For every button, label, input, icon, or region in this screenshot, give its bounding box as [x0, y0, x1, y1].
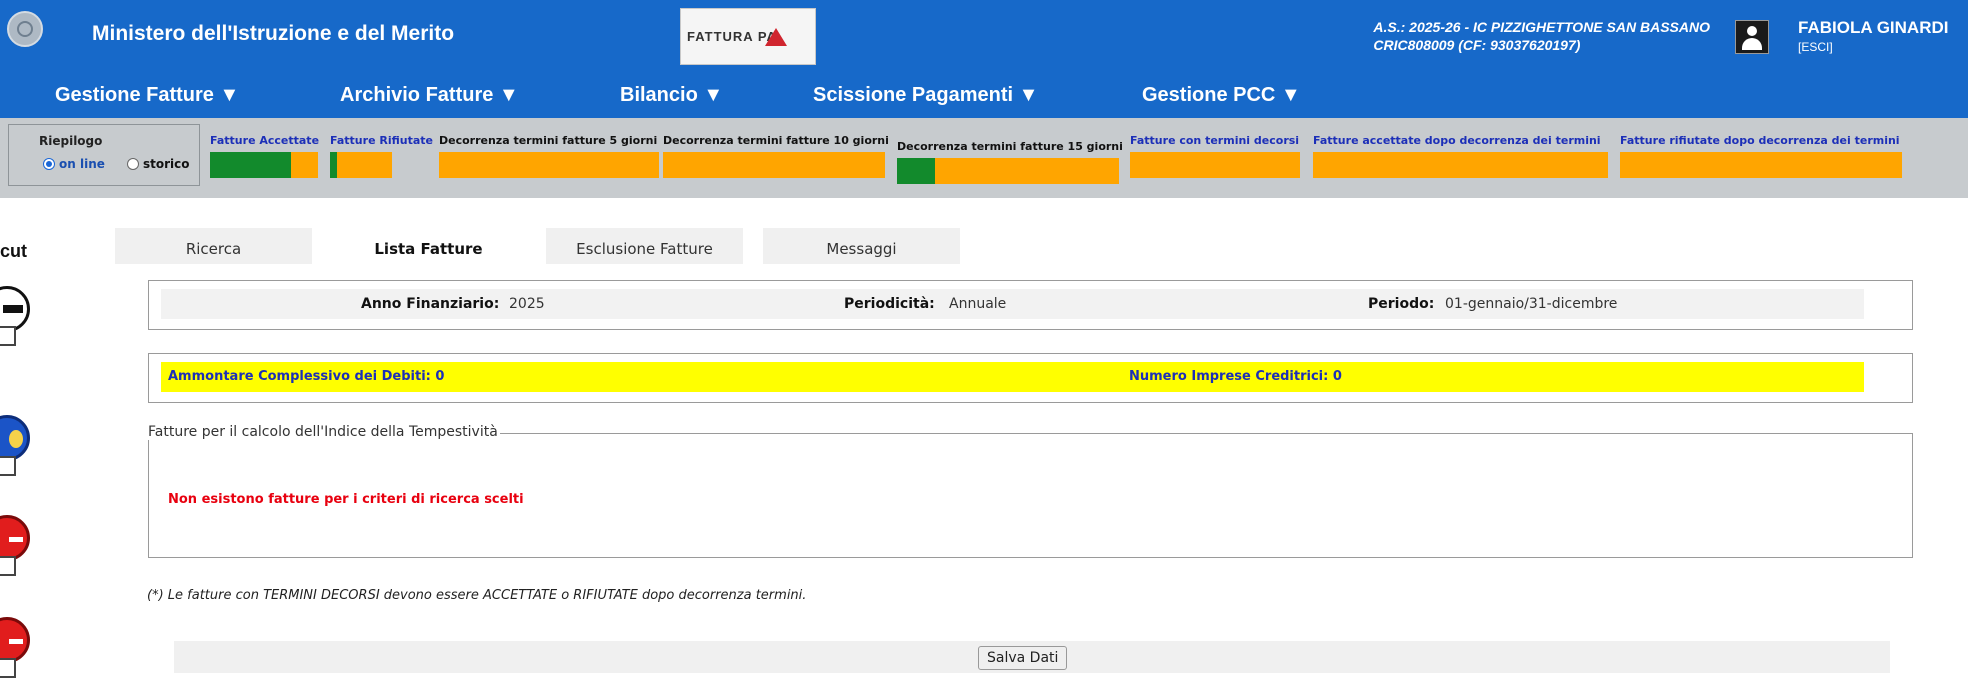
document-icon — [0, 456, 16, 476]
user-avatar-icon[interactable] — [1735, 20, 1769, 54]
summary-bar: Riepilogo on line storico Fatture Accett… — [0, 118, 1968, 198]
radio-unselected-icon[interactable] — [127, 158, 139, 170]
school-year-line: A.S.: 2025-26 - IC PIZZIGHETTONE SAN BAS… — [1373, 19, 1710, 35]
riepilogo-title: Riepilogo — [39, 134, 103, 148]
periodo-label: Periodo: — [1368, 296, 1435, 312]
school-code-line: CRIC808009 (CF: 93037620197) — [1373, 37, 1581, 53]
periodicita-label: Periodicità: — [844, 296, 935, 312]
logout-link[interactable]: [ESCI] — [1798, 40, 1833, 54]
menu-archivio-fatture[interactable]: Archivio Fatture ▼ — [340, 84, 519, 107]
creditor-count: Numero Imprese Creditrici: 0 — [1129, 369, 1342, 384]
user-name: FABIOLA GINARDI — [1798, 18, 1949, 37]
save-button[interactable]: Salva Dati — [978, 646, 1068, 670]
document-icon — [0, 556, 16, 576]
anno-value: 2025 — [509, 296, 545, 312]
total-debits: Ammontare Complessivo dei Debiti: 0 — [168, 369, 445, 384]
document-icon — [0, 658, 16, 678]
empty-results-message: Non esistono fatture per i criteri di ri… — [168, 492, 524, 507]
stat-label[interactable]: Decorrenza termini fatture 5 giorni — [439, 134, 657, 147]
stat-bar — [897, 158, 1119, 184]
menu-gestione-pcc[interactable]: Gestione PCC ▼ — [1142, 84, 1301, 107]
stat-label[interactable]: Fatture Rifiutate — [330, 134, 433, 147]
periodo-value: 01-gennaio/31-dicembre — [1445, 296, 1618, 312]
radio-history-label: storico — [143, 157, 190, 171]
stat-label[interactable]: Fatture con termini decorsi — [1130, 134, 1299, 147]
shortcut-label: cut — [0, 241, 27, 261]
red-doc-icon[interactable] — [0, 617, 30, 663]
euro-icon[interactable] — [0, 415, 30, 461]
stat-bar — [1620, 152, 1902, 178]
logo-text: FATTURA PA — [687, 29, 777, 44]
stat-bar — [663, 152, 885, 178]
red-doc-icon[interactable] — [0, 515, 30, 561]
top-header: Ministero dell'Istruzione e del Merito F… — [0, 0, 1968, 118]
fatture-legend: Fatture per il calcolo dell'Indice della… — [146, 424, 500, 440]
stat-bar — [1130, 152, 1300, 178]
debits-box: Ammontare Complessivo dei Debiti: 0 Nume… — [148, 353, 1913, 403]
stat-bar — [210, 152, 318, 178]
document-icon — [0, 326, 16, 346]
radio-history[interactable]: storico — [127, 157, 190, 171]
tab-esclusione-fatture[interactable]: Esclusione Fatture — [546, 228, 743, 264]
school-info: A.S.: 2025-26 - IC PIZZIGHETTONE SAN BAS… — [1373, 18, 1710, 54]
republic-emblem-icon — [7, 11, 43, 47]
stat-label[interactable]: Fatture accettate dopo decorrenza dei te… — [1313, 134, 1601, 147]
save-row: Salva Dati — [174, 641, 1890, 673]
stat-label[interactable]: Fatture rifiutate dopo decorrenza dei te… — [1620, 134, 1900, 147]
ministry-title: Ministero dell'Istruzione e del Merito — [92, 22, 455, 45]
tab-messaggi[interactable]: Messaggi — [763, 228, 960, 264]
menu-bilancio[interactable]: Bilancio ▼ — [620, 84, 723, 107]
radio-online-label: on line — [59, 157, 105, 171]
menu-scissione-pagamenti[interactable]: Scissione Pagamenti ▼ — [813, 84, 1038, 107]
stat-bar — [330, 152, 392, 178]
stat-label[interactable]: Fatture Accettate — [210, 134, 319, 147]
stat-bar-fill — [210, 152, 291, 178]
footnote: (*) Le fatture con TERMINI DECORSI devon… — [147, 588, 807, 603]
stat-bar — [1313, 152, 1608, 178]
radio-selected-icon[interactable] — [43, 158, 55, 170]
tab-ricerca[interactable]: Ricerca — [115, 228, 312, 264]
menu-gestione-fatture[interactable]: Gestione Fatture ▼ — [55, 84, 239, 107]
stat-bar — [439, 152, 659, 178]
riepilogo-box: Riepilogo on line storico — [8, 124, 200, 186]
stat-label[interactable]: Decorrenza termini fatture 10 giorni — [663, 134, 889, 147]
radio-online[interactable]: on line — [43, 157, 105, 171]
tab-lista-fatture[interactable]: Lista Fatture — [330, 228, 527, 264]
logo-triangle-icon — [765, 28, 787, 46]
info-box: Anno Finanziario: 2025 Periodicità: Annu… — [148, 280, 1913, 330]
fattura-pa-logo: FATTURA PA — [680, 8, 816, 65]
stat-bar-fill — [330, 152, 337, 178]
stat-bar-fill — [897, 158, 935, 184]
anno-label: Anno Finanziario: — [361, 296, 500, 312]
periodicita-value: Annuale — [949, 296, 1007, 312]
stat-label[interactable]: Decorrenza termini fatture 15 giorni — [897, 140, 1123, 153]
